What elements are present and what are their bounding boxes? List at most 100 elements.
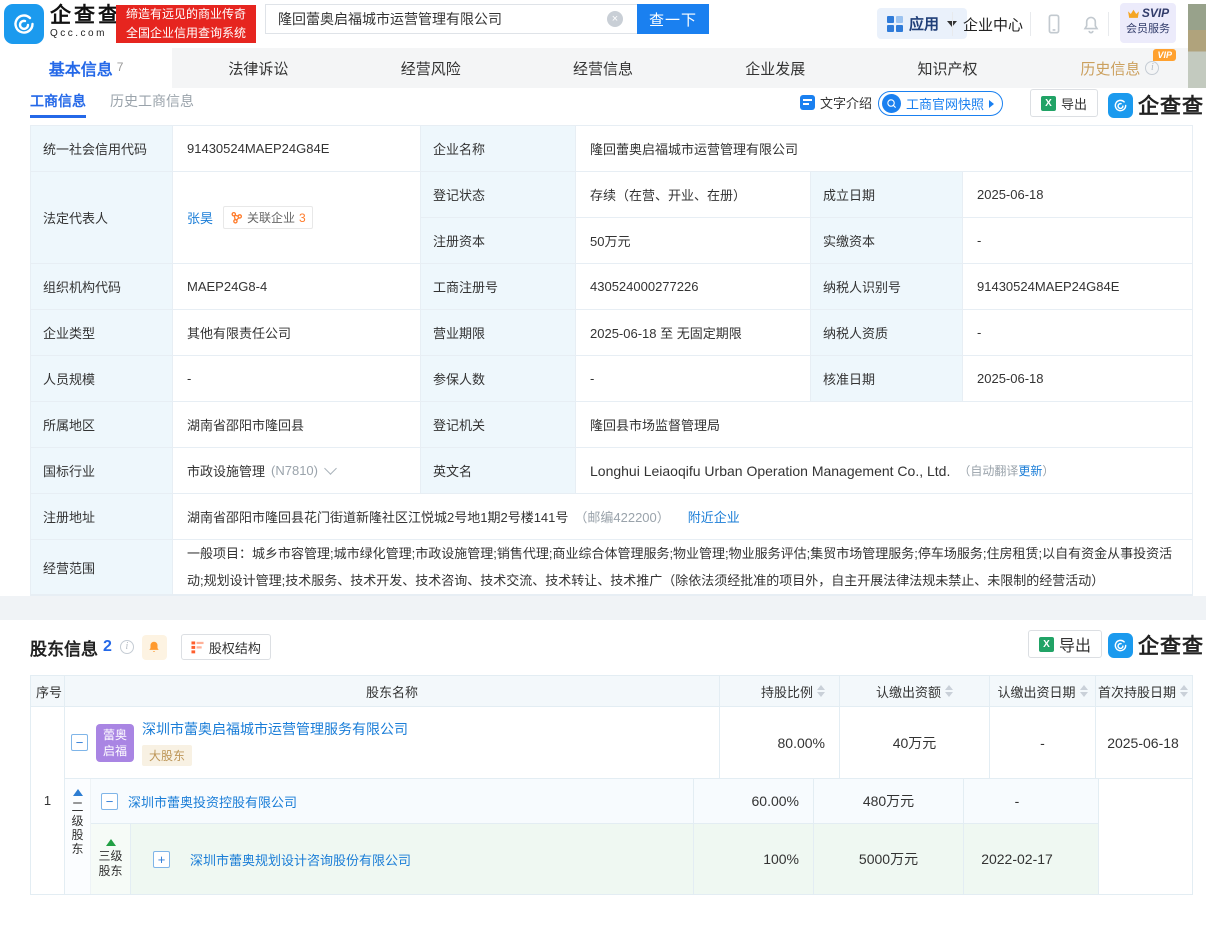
tab-company-development[interactable]: 企业发展 xyxy=(689,48,861,88)
tab-history-info[interactable]: VIP 历史信息 i xyxy=(1034,48,1206,88)
qcc-watermark-icon xyxy=(1108,92,1133,118)
business-term-value: 2025-06-18 至 无固定期限 xyxy=(576,310,811,356)
excel-icon: X xyxy=(1039,636,1054,652)
search-button[interactable]: 查一下 xyxy=(637,4,709,34)
main-nav-tabs: 基本信息 7 法律诉讼 经营风险 经营信息 企业发展 知识产权 VIP 历史信息… xyxy=(0,48,1206,88)
registration-info-table: 统一社会信用代码 91430524MAEP24G84E 企业名称 隆回蕾奥启福城… xyxy=(30,125,1193,596)
field-label: 经营范围 xyxy=(31,540,173,595)
shareholder-name-link[interactable]: 深圳市蕾奥启福城市运营管理服务有限公司 xyxy=(142,721,408,737)
column-header-seq: 序号 xyxy=(31,676,65,706)
column-header-name: 股东名称 xyxy=(65,676,720,706)
field-label: 企业类型 xyxy=(31,310,173,356)
status-value: 存续（在营、开业、在册） xyxy=(576,172,811,218)
tab-business-info[interactable]: 经营信息 xyxy=(517,48,689,88)
svip-member-badge[interactable]: SVIP 会员服务 xyxy=(1120,3,1176,43)
search-input[interactable] xyxy=(265,4,637,34)
subtab-history-registration-info[interactable]: 历史工商信息 xyxy=(110,88,194,118)
org-code-value: MAEP24G8-4 xyxy=(173,264,421,310)
insured-count-value: - xyxy=(576,356,811,402)
paid-capital-value: - xyxy=(963,218,1192,264)
shareholders-table-header: 序号 股东名称 持股比例 认缴出资额 认缴出资日期 首次持股日期 xyxy=(31,676,1192,706)
shareholder-row: − 深圳市蕾奥投资控股有限公司 60.00% 480万元 - xyxy=(91,779,1098,824)
crown-icon xyxy=(1127,9,1139,18)
column-header-first-date[interactable]: 首次持股日期 xyxy=(1096,676,1190,706)
sub-nav: 工商信息 历史工商信息 文字介绍 工商官网快照 X 导出 企查查 xyxy=(0,88,1206,118)
export-button[interactable]: X 导出 xyxy=(1028,630,1103,658)
level3-shareholder-strip: 三级股东 xyxy=(91,824,131,894)
sort-icon xyxy=(1079,685,1088,697)
apps-grid-icon xyxy=(887,15,903,32)
text-intro-button[interactable]: 文字介绍 xyxy=(800,93,872,112)
mobile-app-icon[interactable] xyxy=(1043,12,1065,36)
qcc-watermark-logo: 企查查 xyxy=(1108,90,1204,120)
collapse-button[interactable]: − xyxy=(101,792,118,810)
network-icon xyxy=(231,211,243,224)
info-icon[interactable]: i xyxy=(1145,61,1160,75)
section-divider xyxy=(0,596,1206,620)
registered-capital-value: 50万元 xyxy=(576,218,811,264)
sort-icon xyxy=(1180,685,1188,697)
enterprise-center-link[interactable]: 企业中心 xyxy=(963,14,1023,35)
notification-bell-icon[interactable] xyxy=(1080,12,1102,36)
field-label: 纳税人识别号 xyxy=(811,264,963,310)
qcc-logo-icon[interactable] xyxy=(4,4,44,44)
nearby-companies-link[interactable]: 附近企业 xyxy=(688,507,740,526)
column-header-amount[interactable]: 认缴出资额 xyxy=(840,676,990,706)
business-scope-value: 一般项目：城乡市容管理;城市绿化管理;市政设施管理;销售代理;商业综合体管理服务… xyxy=(173,540,1192,595)
shareholders-table: 序号 股东名称 持股比例 认缴出资额 认缴出资日期 首次持股日期 1 − 蕾奥 … xyxy=(30,675,1193,895)
clear-search-icon[interactable]: × xyxy=(607,11,623,27)
field-label: 参保人数 xyxy=(421,356,576,402)
chevron-down-icon[interactable] xyxy=(324,462,337,475)
shareholder-row: − 蕾奥 启福 深圳市蕾奥启福城市运营管理服务有限公司 大股东 80.00% 4… xyxy=(65,707,1192,779)
info-icon[interactable]: i xyxy=(119,640,134,654)
text-intro-icon xyxy=(800,95,815,110)
first-date-value: 2025-06-18 xyxy=(1107,734,1179,751)
establish-date-value: 2025-06-18 xyxy=(963,172,1192,218)
field-label: 英文名 xyxy=(421,448,576,494)
qcc-logo-text[interactable]: 企查查 Qcc.com xyxy=(50,4,122,39)
sort-icon xyxy=(817,685,825,697)
divider xyxy=(1030,12,1031,36)
staff-size-value: - xyxy=(173,356,421,402)
legal-rep-value: 张昊 关联企业 3 xyxy=(173,172,421,264)
shareholder-name-link[interactable]: 深圳市蕾奥规划设计咨询股份有限公司 xyxy=(190,850,411,869)
translate-update-link[interactable]: 更新 xyxy=(1018,462,1042,479)
apps-menu-button[interactable]: 应用 xyxy=(877,8,968,39)
expand-button[interactable]: + xyxy=(153,850,170,868)
collapse-button[interactable]: − xyxy=(71,734,88,751)
column-header-pay-date[interactable]: 认缴出资日期 xyxy=(990,676,1096,706)
subtab-registration-info[interactable]: 工商信息 xyxy=(30,88,86,118)
pay-date-value: 2022-02-17 xyxy=(981,851,1053,867)
brand-domain: Qcc.com xyxy=(50,28,107,39)
english-name-value: Longhui Leiaoqifu Urban Operation Manage… xyxy=(576,448,1192,494)
qcc-watermark-logo: 企查查 xyxy=(1108,630,1204,660)
tab-count: 7 xyxy=(116,60,124,74)
qcc-watermark-icon xyxy=(1108,632,1133,658)
equity-structure-button[interactable]: 股权结构 xyxy=(180,634,271,660)
area-value: 湖南省邵阳市隆回县 xyxy=(173,402,421,448)
official-snapshot-button[interactable]: 工商官网快照 xyxy=(878,91,1004,116)
shareholder-name-link[interactable]: 深圳市蕾奥投资控股有限公司 xyxy=(128,792,297,811)
pay-date-value: - xyxy=(1014,793,1020,809)
column-header-ratio[interactable]: 持股比例 xyxy=(720,676,840,706)
level-up-icon xyxy=(72,789,83,796)
related-companies-badge[interactable]: 关联企业 3 xyxy=(223,206,313,229)
arrow-right-icon xyxy=(989,99,995,108)
field-label: 营业期限 xyxy=(421,310,576,356)
monitor-bell-button[interactable] xyxy=(141,634,167,660)
tab-intellectual-property[interactable]: 知识产权 xyxy=(861,48,1033,88)
taxpayer-id-value: 91430524MAEP24G84E xyxy=(963,264,1192,310)
field-label: 企业名称 xyxy=(421,126,576,172)
field-label: 注册地址 xyxy=(31,494,173,540)
brand-slogan: 缔造有远见的商业传奇 全国企业信用查询系统 xyxy=(116,5,256,43)
tab-legal-litigation[interactable]: 法律诉讼 xyxy=(172,48,344,88)
legal-rep-link[interactable]: 张昊 xyxy=(187,208,213,227)
company-type-value: 其他有限责任公司 xyxy=(173,310,421,356)
tab-operation-risk[interactable]: 经营风险 xyxy=(345,48,517,88)
export-button[interactable]: X 导出 xyxy=(1030,89,1099,117)
tab-basic-info[interactable]: 基本信息 7 xyxy=(0,48,173,88)
equity-structure-icon xyxy=(191,640,204,653)
brand-name: 企查查 xyxy=(50,4,122,27)
field-label: 统一社会信用代码 xyxy=(31,126,173,172)
shareholders-title: 股东信息 xyxy=(30,639,98,659)
